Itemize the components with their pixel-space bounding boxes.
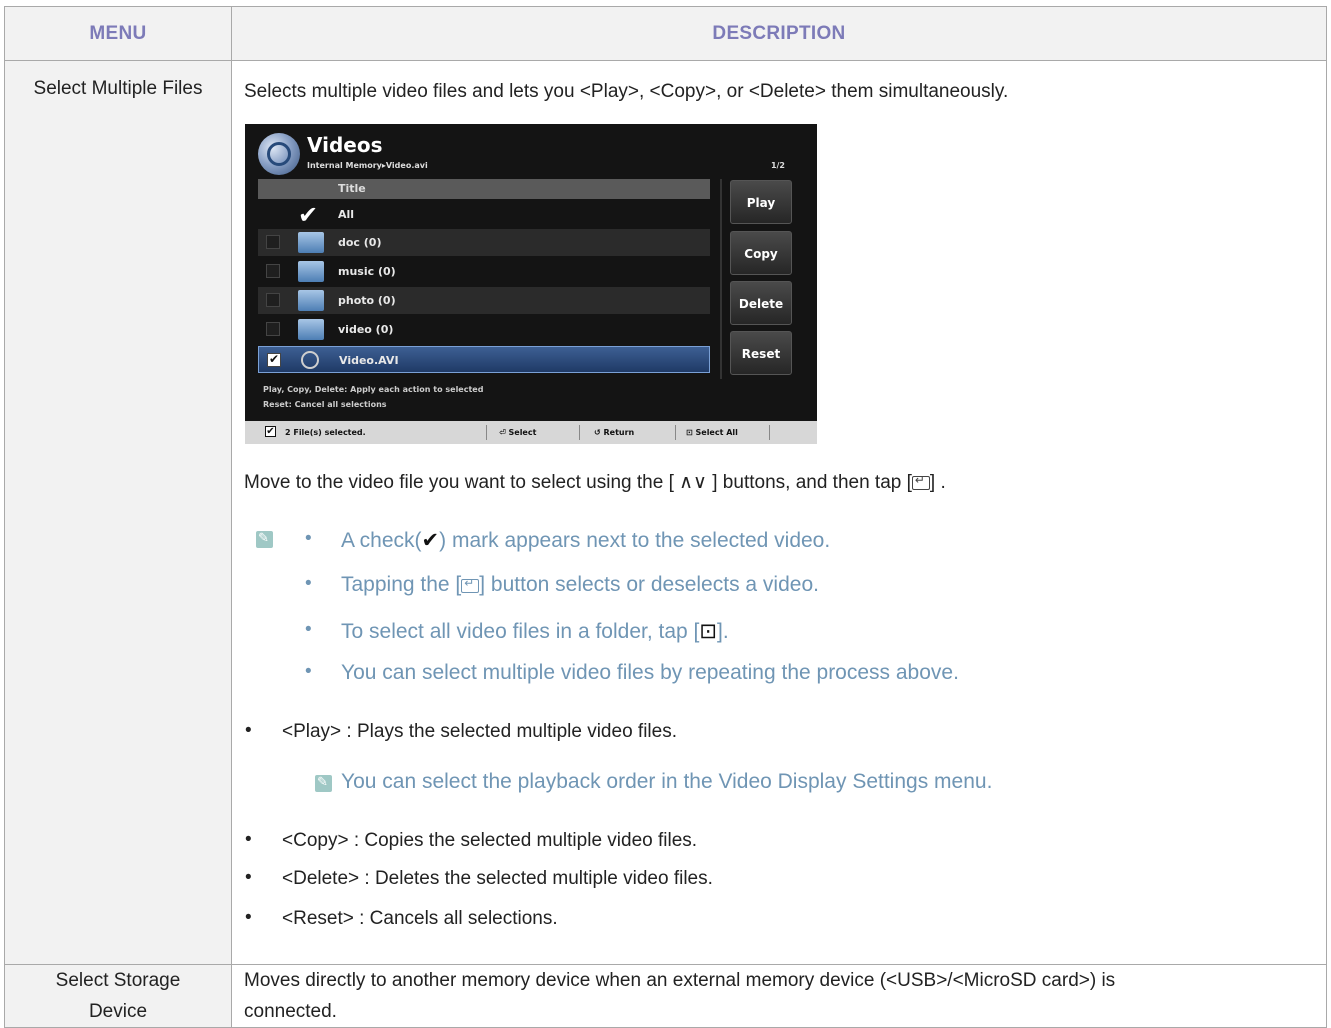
play-button[interactable]: Play (730, 180, 792, 224)
delete-button[interactable]: Delete (730, 281, 792, 325)
note-icon (315, 774, 332, 792)
video-file-icon (301, 351, 319, 369)
return-hint: ↺ Return (594, 428, 635, 437)
list-item-music[interactable]: music (0) (258, 258, 710, 285)
list-item-label: doc (0) (338, 236, 382, 249)
menu-cell-select-multiple-files: Select Multiple Files (4, 60, 232, 965)
list-item-label: All (338, 208, 355, 221)
list-item-doc[interactable]: doc (0) (258, 229, 710, 256)
checkbox-checked[interactable] (267, 352, 281, 367)
list-item-label: Video.AVI (339, 354, 399, 367)
bullet-reset: <Reset> : Cancels all selections. (282, 908, 558, 929)
checkbox[interactable] (266, 264, 280, 278)
menu-cell-select-storage-device: Select Storage Device (4, 964, 232, 1028)
menu-label-line1: Select Storage (55, 970, 181, 991)
folder-icon (298, 232, 324, 253)
note-tap-enter: Tapping the [] button selects or deselec… (341, 573, 819, 597)
folder-icon (298, 261, 324, 282)
divider (720, 179, 722, 379)
menu-label-select-multiple-files: Select Multiple Files (33, 78, 203, 99)
note-select-all: To select all video files in a folder, t… (341, 620, 729, 643)
checkbox[interactable] (266, 322, 280, 336)
select-hint: ⏎ Select (499, 428, 537, 437)
description-header: DESCRIPTION (231, 6, 1327, 61)
videos-app-icon (258, 133, 300, 175)
screen-path: Internal Memory▸Video.avi (307, 161, 428, 170)
help-text-actions: Play, Copy, Delete: Apply each action to… (263, 385, 484, 394)
description-cell-select-storage-device: Moves directly to another memory device … (231, 964, 1327, 1028)
note-repeat: You can select multiple video files by r… (341, 661, 959, 684)
list-item-label: photo (0) (338, 294, 396, 307)
manual-table: MENU DESCRIPTION Select Multiple Files S… (4, 6, 1327, 1028)
up-down-arrows-icon: ∧∨ (679, 472, 707, 493)
list-item-label: video (0) (338, 323, 394, 336)
list-header: Title (258, 179, 710, 199)
copy-button[interactable]: Copy (730, 231, 792, 275)
enter-icon (461, 576, 480, 593)
page-indicator: 1/2 (770, 161, 785, 170)
note-icon (256, 530, 273, 548)
menu-header: MENU (4, 6, 232, 61)
screen-title: Videos (307, 133, 383, 157)
menu-label-line2: Device (88, 1001, 148, 1022)
move-instruction: Move to the video file you want to selec… (244, 471, 946, 494)
reset-button[interactable]: Reset (730, 331, 792, 375)
note-check-mark: A check(✔) mark appears next to the sele… (341, 529, 831, 552)
check-icon: ✔ (298, 201, 319, 229)
storage-desc-line1: Moves directly to another memory device … (244, 970, 1116, 991)
select-all-icon: ⊡ (699, 620, 717, 643)
enter-icon (911, 473, 930, 490)
checkbox[interactable] (266, 293, 280, 307)
checkbox[interactable] (266, 235, 280, 249)
note-playback-order: You can select the playback order in the… (341, 770, 993, 793)
list-item-video-avi[interactable]: Video.AVI (258, 346, 710, 373)
bullet-delete: <Delete> : Deletes the selected multiple… (282, 868, 713, 889)
bullet-copy: <Copy> : Copies the selected multiple vi… (282, 830, 698, 851)
list-item-photo[interactable]: photo (0) (258, 287, 710, 314)
selection-status: 2 File(s) selected. (285, 428, 366, 437)
folder-icon (298, 319, 324, 340)
intro-text: Selects multiple video files and lets yo… (244, 81, 1009, 102)
title-column-label: Title (338, 182, 366, 195)
list-item-all[interactable]: ✔ All (258, 201, 710, 228)
check-mark-icon: ✔ (421, 529, 440, 552)
list-item-label: music (0) (338, 265, 396, 278)
videos-screenshot: Videos Internal Memory▸Video.avi 1/2 Tit… (245, 124, 817, 444)
check-icon: ✔ (265, 426, 276, 437)
select-all-hint: ⊡ Select All (686, 428, 738, 437)
list-item-video[interactable]: video (0) (258, 316, 710, 343)
description-cell-select-multiple-files: Selects multiple video files and lets yo… (231, 60, 1327, 965)
bullet-play: <Play> : Plays the selected multiple vid… (282, 721, 677, 742)
status-bar: ✔ 2 File(s) selected. ⏎ Select ↺ Return … (245, 421, 817, 444)
folder-icon (298, 290, 324, 311)
storage-desc-line2: connected. (244, 1001, 337, 1022)
help-text-reset: Reset: Cancel all selections (263, 400, 387, 409)
